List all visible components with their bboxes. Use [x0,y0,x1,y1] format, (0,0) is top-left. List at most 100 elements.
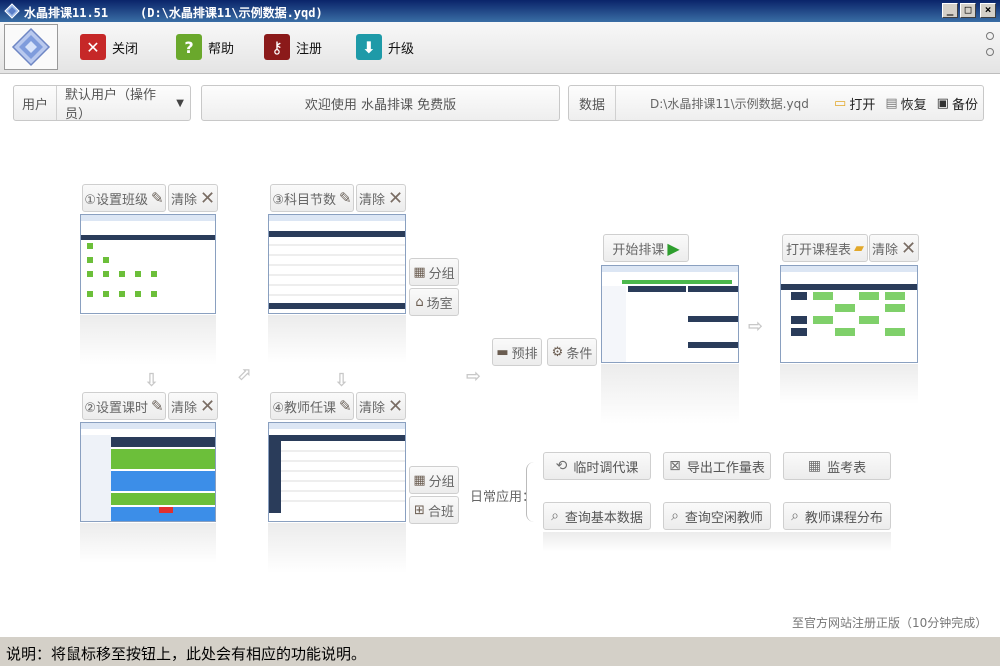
clear-teacher-assignment-button[interactable]: 清除 ✕ [356,392,406,420]
prearrange-label: 预排 [511,346,538,362]
close-button[interactable]: ✕ 关闭 [80,32,138,62]
right-arrow-icon: ⇨ [748,316,764,337]
periods-setup-thumbnail[interactable] [80,422,216,522]
welcome-banner: 欢迎使用 水晶排课 免费版 [201,85,560,121]
clear-icon: ✕ [199,187,216,209]
temp-substitute-button[interactable]: ⟲ 临时调代课 [543,452,651,480]
clear-class-button[interactable]: 清除 ✕ [168,184,218,212]
thumbnail-reflection [268,523,406,573]
backup-button[interactable]: ▣ 备份 [937,94,978,113]
group-label: 分组 [428,266,455,282]
register-label: 注册 [296,41,323,57]
group-button-2[interactable]: ▦ 分组 [409,466,459,494]
export-workload-button[interactable]: ⊠ 导出工作量表 [663,452,771,480]
pencil-icon: ✎ [151,397,164,415]
clear-label: 清除 [170,400,197,416]
pencil-icon: ✎ [339,189,352,207]
subject-hours-button[interactable]: ③科目节数 ✎ [270,184,354,212]
venue-button[interactable]: ⌂ 场室 [409,288,459,316]
combine-icon: ⊞ [414,502,425,518]
minimize-button[interactable]: _ [942,3,958,18]
teacher-course-distribution-button[interactable]: ⌕ 教师课程分布 [783,502,891,530]
daily-apps-bracket [526,462,536,522]
group-icon: ▦ [413,472,426,488]
upgrade-button[interactable]: ⬇ 升级 [356,32,414,62]
exam-invigilation-label: 监考表 [827,460,867,476]
clear-icon: ✕ [387,395,404,417]
exam-invigilation-button[interactable]: ▦ 监考表 [783,452,891,480]
prearrange-button[interactable]: ▬ 预排 [492,338,542,366]
window-file-path: (D:\水晶排课11\示例数据.yqd) [140,6,323,20]
query-free-teacher-label: 查询空闲教师 [684,510,763,526]
query-basic-data-button[interactable]: ⌕ 查询基本数据 [543,502,651,530]
window-title: 水晶排课11.51 [24,6,109,20]
class-setup-preview [81,215,215,297]
data-file-box: 数据 D:\水晶排课11\示例数据.yqd ▭ 打开 ▤ 恢复 ▣ 备份 [568,85,984,121]
teacher-assignment-thumbnail[interactable] [268,422,406,522]
pencil-icon: ✎ [151,189,164,207]
set-class-button[interactable]: ①设置班级 ✎ [82,184,166,212]
gear-icon: ⚙ [551,344,564,360]
clear-label: 清除 [871,242,898,258]
teacher-course-distribution-label: 教师课程分布 [804,510,883,526]
help-button[interactable]: ? 帮助 [176,32,234,62]
user-value: 默认用户（操作员） [65,88,157,122]
clear-subject-hours-button[interactable]: 清除 ✕ [356,184,406,212]
subject-hours-thumbnail[interactable] [268,214,406,314]
condition-label: 条件 [566,346,593,362]
chevron-down-icon: ▼ [176,97,184,109]
clear-label: 清除 [358,400,385,416]
set-periods-button[interactable]: ②设置课时 ✎ [82,392,166,420]
class-setup-thumbnail[interactable] [80,214,216,314]
query-free-teacher-button[interactable]: ⌕ 查询空闲教师 [663,502,771,530]
temp-substitute-label: 临时调代课 [573,460,639,476]
open-schedule-button[interactable]: 打开课程表 ▰ [782,234,868,262]
query-basic-data-label: 查询基本数据 [564,510,643,526]
close-window-button[interactable]: × [980,3,996,18]
clear-icon: ✕ [199,395,216,417]
schedule-thumbnail[interactable] [780,265,918,363]
folder-icon: ▭ [834,95,847,111]
status-bar: 说明：将鼠标移至按钮上，此处会有相应的功能说明。 [0,636,1000,666]
key-icon: ⚷ [264,34,290,60]
register-button[interactable]: ⚷ 注册 [264,32,322,62]
restore-icon: ▤ [885,95,898,111]
close-label: 关闭 [112,41,139,57]
save-icon: ▣ [936,95,949,111]
open-schedule-label: 打开课程表 [785,242,851,258]
pencil-icon: ✎ [339,397,352,415]
condition-button[interactable]: ⚙ 条件 [547,338,597,366]
group-icon: ▦ [413,264,426,280]
play-icon: ▶ [667,238,680,258]
clear-schedule-button[interactable]: 清除 ✕ [869,234,919,262]
maximize-button[interactable]: □ [960,3,976,18]
clear-label: 清除 [358,192,385,208]
clear-periods-button[interactable]: 清除 ✕ [168,392,218,420]
open-button[interactable]: ▭ 打开 [834,94,875,113]
open-label: 打开 [849,97,876,113]
thumbnail-reflection [80,315,216,365]
toolbar: ✕ 关闭 ? 帮助 ⚷ 注册 ⬇ 升级 [0,22,1000,74]
crystal-logo-icon [11,27,51,67]
export-workload-label: 导出工作量表 [686,460,765,476]
combine-class-button[interactable]: ⊞ 合班 [409,496,459,524]
title-bar: 水晶排课11.51 (D:\水晶排课11\示例数据.yqd) _ □ × [0,0,1000,22]
scheduling-preview [602,266,738,362]
buttons-reflection [543,532,891,552]
welcome-text: 欢迎使用 水晶排课 免费版 [304,97,457,113]
start-scheduling-label: 开始排课 [612,242,665,258]
schedule-preview [781,266,917,336]
data-file-path: D:\水晶排课11\示例数据.yqd [650,96,809,111]
export-icon: ⊠ [669,458,681,474]
subject-hours-label: ③科目节数 [272,192,337,208]
register-official-link[interactable]: 至官方网站注册正版（10分钟完成） [792,614,987,631]
help-icon: ? [176,34,202,60]
restore-button[interactable]: ▤ 恢复 [885,94,926,113]
user-label: 用户 [22,97,49,113]
upgrade-label: 升级 [388,41,415,57]
teacher-assignment-button[interactable]: ④教师任课 ✎ [270,392,354,420]
group-button[interactable]: ▦ 分组 [409,258,459,286]
user-selector[interactable]: 用户 默认用户（操作员） ▼ [13,85,191,122]
scheduling-thumbnail[interactable] [601,265,739,363]
start-scheduling-button[interactable]: 开始排课 ▶ [603,234,689,262]
